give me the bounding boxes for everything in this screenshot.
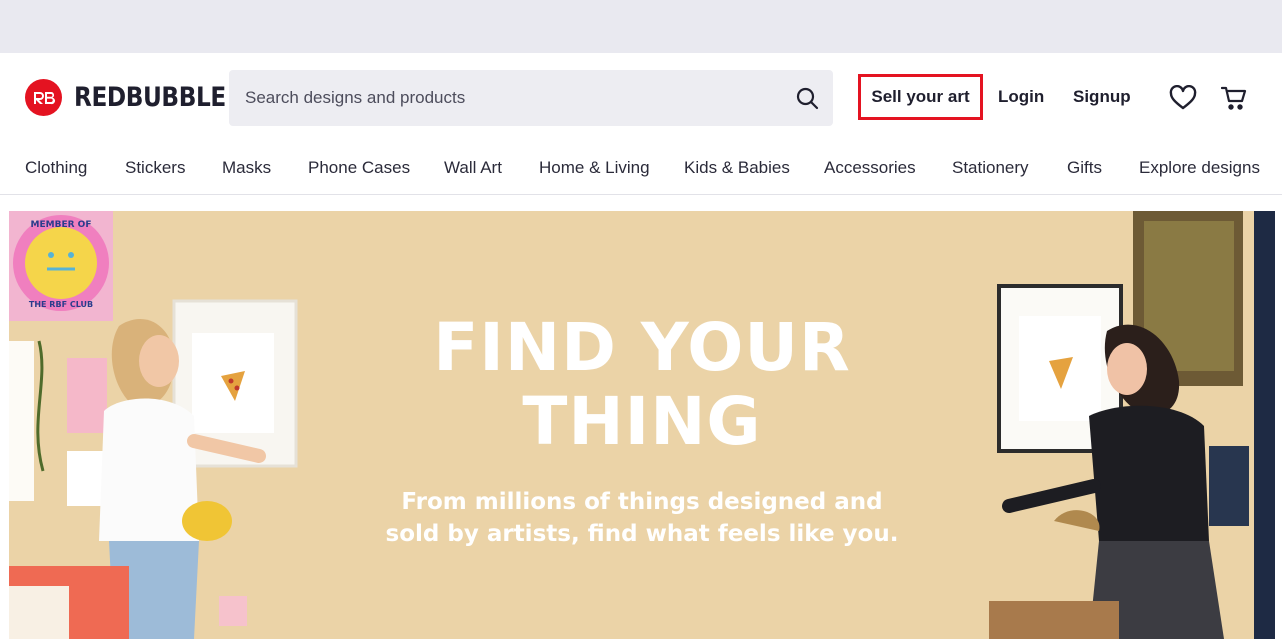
nav-item-kids-babies[interactable]: Kids & Babies	[684, 158, 790, 178]
hero-title: FIND YOUR THING	[9, 311, 1275, 459]
rbf-club-sticker: MEMBER OF THE RBF CLUB	[9, 211, 113, 321]
nav-item-stationery[interactable]: Stationery	[952, 158, 1029, 178]
login-link[interactable]: Login	[998, 87, 1044, 107]
nav-item-explore-designs[interactable]: Explore designs	[1139, 158, 1260, 178]
browser-top-strip	[0, 0, 1282, 53]
search-icon[interactable]	[795, 86, 819, 110]
nav-item-stickers[interactable]: Stickers	[125, 158, 185, 178]
nav-item-gifts[interactable]: Gifts	[1067, 158, 1102, 178]
hero-subtitle-line-1: From millions of things designed and	[401, 489, 883, 515]
hero-banner[interactable]: MEMBER OF THE RBF CLUB FIND YOUR THING F…	[9, 211, 1275, 639]
hero-subtitle: From millions of things designed and sol…	[9, 486, 1275, 550]
category-nav: Clothing Stickers Masks Phone Cases Wall…	[0, 148, 1282, 195]
nav-item-wall-art[interactable]: Wall Art	[444, 158, 502, 178]
logo-wordmark: REDBUBBLE	[74, 82, 226, 113]
search-bar	[229, 70, 833, 126]
hero-title-line-1: FIND YOUR	[433, 309, 851, 386]
hero-subtitle-line-2: sold by artists, find what feels like yo…	[385, 521, 899, 547]
cart-icon[interactable]	[1221, 85, 1248, 111]
redbubble-logo[interactable]: REDBUBBLE	[25, 79, 250, 116]
sticker-text-top: MEMBER OF	[31, 220, 92, 230]
search-input[interactable]	[229, 70, 769, 126]
sticker-text-bottom: THE RBF CLUB	[29, 300, 93, 309]
heart-icon[interactable]	[1169, 85, 1197, 111]
hero-title-line-2: THING	[522, 383, 762, 460]
signup-link[interactable]: Signup	[1073, 87, 1131, 107]
nav-item-home-living[interactable]: Home & Living	[539, 158, 650, 178]
nav-item-masks[interactable]: Masks	[222, 158, 271, 178]
nav-item-clothing[interactable]: Clothing	[25, 158, 87, 178]
nav-item-accessories[interactable]: Accessories	[824, 158, 916, 178]
nav-item-phone-cases[interactable]: Phone Cases	[308, 158, 410, 178]
sell-your-art-link[interactable]: Sell your art	[858, 74, 983, 120]
redbubble-logo-icon	[25, 79, 62, 116]
